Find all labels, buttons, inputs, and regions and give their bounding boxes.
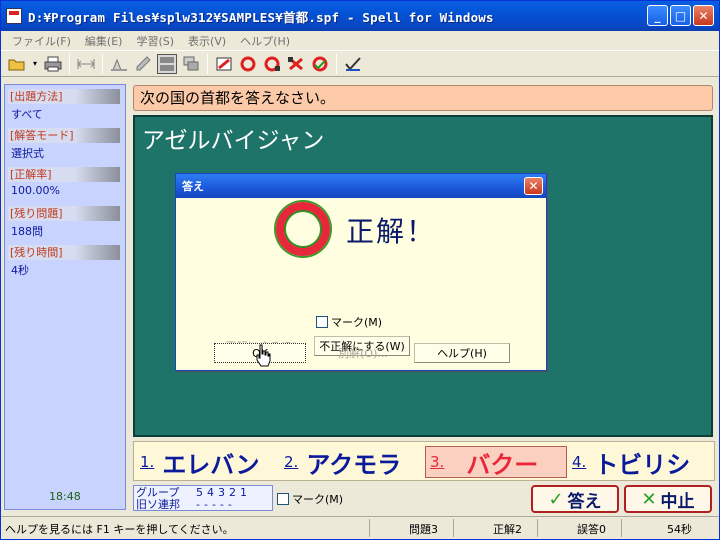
choice-number: 2. xyxy=(284,453,299,471)
toolbar: ▾ xyxy=(1,50,719,77)
choice-2[interactable]: 2. アクモラ xyxy=(284,446,402,479)
open-folder-icon[interactable] xyxy=(7,54,27,74)
toolbar-separator xyxy=(69,53,70,74)
maximize-button[interactable]: □ xyxy=(670,5,691,26)
menu-study[interactable]: 学習(S) xyxy=(129,33,181,49)
alt-answer-button[interactable]: 別解(O)... xyxy=(328,343,398,363)
country-name: アゼルバイジャン xyxy=(142,128,325,154)
check-icon: ✓ xyxy=(548,488,564,510)
window-controls: _ □ ✕ xyxy=(647,5,714,26)
method-label: [出題方法] xyxy=(8,89,120,104)
title-bar[interactable]: D:¥Program Files¥splw312¥SAMPLES¥首都.spf … xyxy=(1,1,719,31)
choice-4[interactable]: 4. トビリシ xyxy=(572,446,691,479)
group-name: 旧ソ連邦 xyxy=(136,498,180,511)
status-separator xyxy=(453,519,454,537)
menu-file[interactable]: ファイル(F) xyxy=(5,33,78,49)
layout-stack-icon[interactable] xyxy=(181,54,201,74)
status-separator xyxy=(621,519,622,537)
app-icon[interactable] xyxy=(6,8,22,24)
menu-bar: ファイル(F) 編集(E) 学習(S) 表示(V) ヘルプ(H) xyxy=(1,31,719,50)
choice-3[interactable]: 3. バクー xyxy=(425,446,567,479)
status-elapsed: 54秒 xyxy=(667,523,692,536)
remaining-label: [残り問題] xyxy=(8,206,120,221)
menu-view[interactable]: 表示(V) xyxy=(181,33,233,49)
choice-number: 1. xyxy=(140,453,155,471)
status-question-no: 問題3 xyxy=(409,523,438,536)
clock: 18:48 xyxy=(49,490,81,503)
choice-text: アクモラ xyxy=(306,450,402,479)
dialog-title[interactable]: 答え xyxy=(176,174,546,198)
study-1-icon[interactable] xyxy=(214,54,234,74)
pen-icon[interactable] xyxy=(133,54,153,74)
stop-button-label: 中止 xyxy=(660,491,695,512)
toolbar-separator xyxy=(102,53,103,74)
mark-label: マーク(M) xyxy=(292,493,344,506)
choice-number: 3. xyxy=(430,453,445,471)
choice-text: トビリシ xyxy=(594,450,691,479)
method-value: すべて xyxy=(11,108,43,121)
choice-text: エレバン xyxy=(162,450,260,479)
stats-panel: [出題方法] すべて [解答モード] 選択式 [正解率] 100.00% [残り… xyxy=(4,84,126,510)
status-correct: 正解2 xyxy=(493,523,522,536)
time-label: [残り時間] xyxy=(8,245,120,260)
study-2-icon[interactable] xyxy=(238,54,258,74)
status-separator xyxy=(537,519,538,537)
minimize-button[interactable]: _ xyxy=(647,5,668,26)
status-bar: ヘルプを見るには F1 キーを押してください。 問題3 正解2 誤答0 54秒 xyxy=(1,516,719,539)
study-4-icon[interactable] xyxy=(286,54,306,74)
toolbar-separator xyxy=(336,53,337,74)
answer-dialog: 答え ✕ 正解！ マーク(M) 正解にする(R) 不正解にする(W) OK 別解… xyxy=(175,173,547,371)
layout-split-icon[interactable] xyxy=(157,53,177,74)
remaining-value: 188問 xyxy=(11,225,43,238)
answer-button[interactable]: ✓ 答え xyxy=(531,485,619,513)
group-info: グループ 旧ソ連邦 54321 ----- xyxy=(133,485,273,511)
checkbox-box[interactable] xyxy=(316,316,328,328)
cross-icon: ✕ xyxy=(641,488,657,510)
close-button[interactable]: ✕ xyxy=(693,5,714,26)
result-text: 正解！ xyxy=(346,215,437,248)
dropdown-arrow-icon[interactable]: ▾ xyxy=(31,54,39,74)
answer-button-label: 答え xyxy=(567,491,602,512)
mark-checkbox[interactable]: マーク(M) xyxy=(277,491,343,507)
dialog-mark-label: マーク(M) xyxy=(331,316,383,329)
mode-label: [解答モード] xyxy=(8,128,120,143)
group-dashes: ----- xyxy=(196,498,236,511)
correct-circle-icon xyxy=(276,202,330,256)
fit-width-icon[interactable] xyxy=(76,54,96,74)
status-separator xyxy=(369,519,370,537)
menu-edit[interactable]: 編集(E) xyxy=(78,33,130,49)
check-mark-icon[interactable] xyxy=(343,54,363,74)
dialog-close-button[interactable]: ✕ xyxy=(524,177,543,195)
toolbar-separator xyxy=(207,53,208,74)
mode-value: 選択式 xyxy=(11,147,44,160)
study-3-icon[interactable] xyxy=(262,54,282,74)
dialog-mark-checkbox[interactable]: マーク(M) xyxy=(316,314,382,330)
study-5-icon[interactable] xyxy=(310,54,330,74)
choice-number: 4. xyxy=(572,453,587,471)
stop-button[interactable]: ✕ 中止 xyxy=(624,485,712,513)
dialog-body: 正解！ マーク(M) 正解にする(R) 不正解にする(W) OK 別解(O)..… xyxy=(178,198,544,368)
rate-value: 100.00% xyxy=(11,184,60,197)
time-value: 4秒 xyxy=(11,264,29,277)
status-help-text: ヘルプを見るには F1 キーを押してください。 xyxy=(5,523,234,536)
edit-icon[interactable] xyxy=(109,54,129,74)
print-icon[interactable] xyxy=(43,54,63,74)
rate-label: [正解率] xyxy=(8,167,120,182)
question-text: 次の国の首都を答えなさい。 xyxy=(133,85,713,111)
checkbox-box[interactable] xyxy=(277,493,289,505)
choices-bar: 1. エレバン 2. アクモラ 3. バクー 4. トビリシ xyxy=(133,441,715,481)
choice-1[interactable]: 1. エレバン xyxy=(140,446,260,479)
menu-help[interactable]: ヘルプ(H) xyxy=(233,33,297,49)
status-wrong: 誤答0 xyxy=(577,523,606,536)
hand-cursor-icon xyxy=(256,344,271,367)
window-title: D:¥Program Files¥splw312¥SAMPLES¥首都.spf … xyxy=(28,9,494,25)
choice-text: バクー xyxy=(466,450,539,479)
app-window: D:¥Program Files¥splw312¥SAMPLES¥首都.spf … xyxy=(0,0,720,540)
dialog-help-button[interactable]: ヘルプ(H) xyxy=(414,343,510,363)
